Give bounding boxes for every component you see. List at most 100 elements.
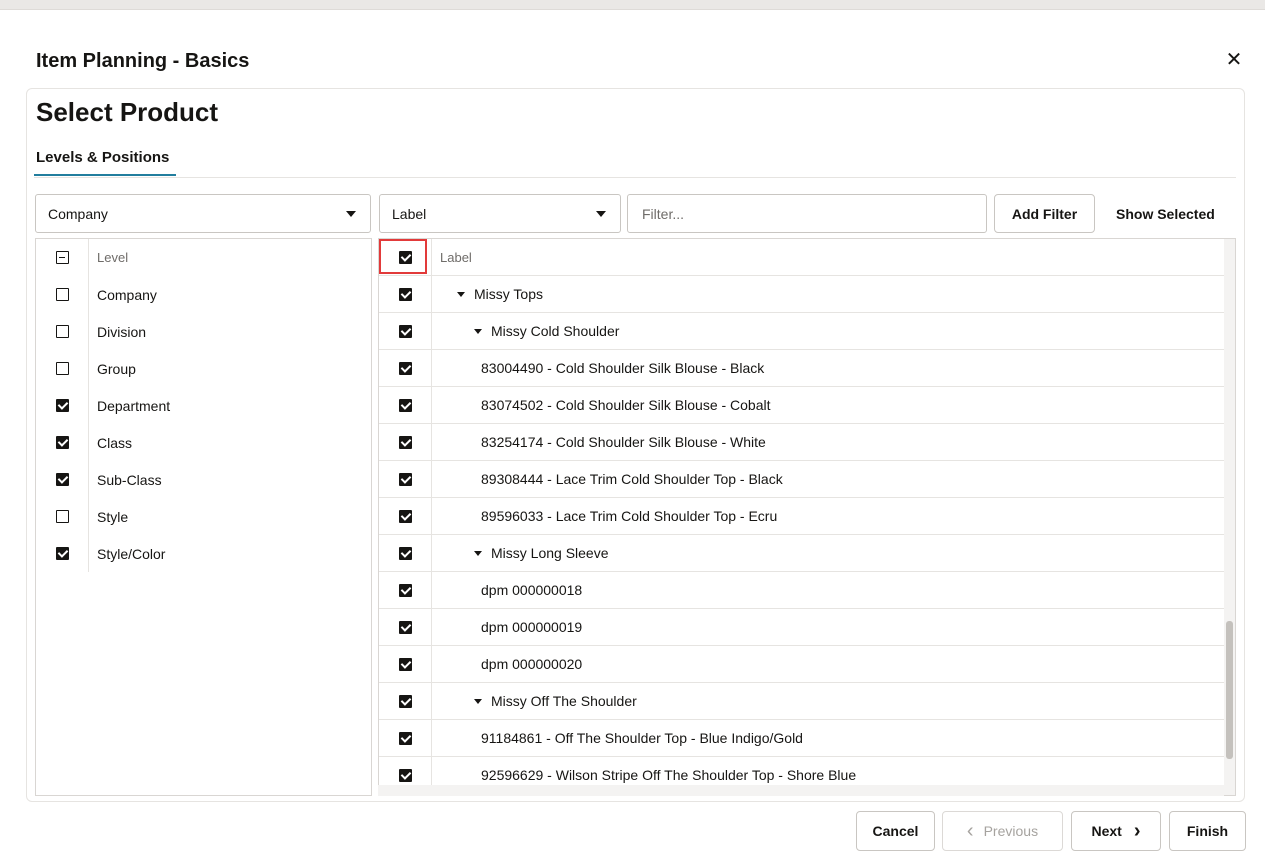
label-checkbox[interactable]: [398, 657, 412, 671]
label-checkbox[interactable]: [398, 398, 412, 412]
label-text: 83254174 - Cold Shoulder Silk Blouse - W…: [481, 434, 766, 450]
label-text: dpm 000000019: [481, 619, 583, 635]
previous-button[interactable]: ‹ Previous: [942, 811, 1063, 851]
label-checkbox[interactable]: [398, 768, 412, 782]
label-column-header: Label: [440, 249, 472, 265]
caret-down-icon[interactable]: [474, 550, 482, 556]
label-row[interactable]: 91184861 - Off The Shoulder Top - Blue I…: [379, 720, 1224, 757]
label-text: Missy Long Sleeve: [491, 545, 609, 561]
label-checkbox[interactable]: [398, 620, 412, 634]
dialog-title: Item Planning - Basics: [36, 50, 250, 72]
level-select[interactable]: Company: [35, 194, 371, 233]
level-table: Level Company Division Group Department Clas…: [35, 238, 372, 796]
cancel-button[interactable]: Cancel: [856, 811, 935, 851]
label-row[interactable]: 83074502 - Cold Shoulder Silk Blouse - C…: [379, 387, 1224, 424]
tab-divider: [34, 177, 1236, 178]
scrollbar-thumb[interactable]: [1226, 621, 1233, 759]
close-icon[interactable]: ✕: [1222, 48, 1246, 72]
label-text: Missy Cold Shoulder: [491, 323, 620, 339]
level-checkbox[interactable]: [55, 288, 69, 301]
label-row[interactable]: 83004490 - Cold Shoulder Silk Blouse - B…: [379, 350, 1224, 387]
label-text: 91184861 - Off The Shoulder Top - Blue I…: [481, 730, 803, 746]
label-text: 89596033 - Lace Trim Cold Shoulder Top -…: [481, 508, 778, 524]
label-row[interactable]: dpm 000000019: [379, 609, 1224, 646]
chevron-down-icon: [596, 211, 606, 217]
level-row[interactable]: Group: [36, 350, 371, 387]
level-row[interactable]: Style/Color: [36, 535, 371, 572]
level-checkbox[interactable]: [55, 547, 69, 560]
label-checkbox[interactable]: [398, 509, 412, 523]
level-select-value: Company: [48, 205, 108, 222]
chevron-down-icon: [346, 211, 356, 217]
level-checkbox[interactable]: [55, 399, 69, 412]
label-table: Label Missy Tops Missy Cold Shoulder 83004…: [378, 238, 1236, 796]
label-checkbox[interactable]: [398, 546, 412, 560]
next-label: Next: [1091, 823, 1122, 839]
label-checkbox[interactable]: [398, 694, 412, 708]
finish-button[interactable]: Finish: [1169, 811, 1246, 851]
level-row[interactable]: Division: [36, 313, 371, 350]
level-row[interactable]: Sub-Class: [36, 461, 371, 498]
level-label: Company: [97, 286, 157, 303]
level-table-header: Level: [36, 239, 371, 276]
caret-down-icon[interactable]: [474, 328, 482, 334]
label-row[interactable]: 83254174 - Cold Shoulder Silk Blouse - W…: [379, 424, 1224, 461]
vertical-scrollbar[interactable]: [1224, 239, 1235, 795]
level-row[interactable]: Company: [36, 276, 371, 313]
label-text: 83004490 - Cold Shoulder Silk Blouse - B…: [481, 360, 765, 376]
label-row[interactable]: Missy Tops: [379, 276, 1224, 313]
label-text: dpm 000000020: [481, 656, 583, 672]
label-row[interactable]: 89596033 - Lace Trim Cold Shoulder Top -…: [379, 498, 1224, 535]
tab-active-indicator: [34, 174, 176, 176]
caret-down-icon[interactable]: [474, 698, 482, 704]
label-checkbox[interactable]: [398, 361, 412, 375]
previous-label: Previous: [983, 823, 1039, 839]
level-label: Department: [97, 397, 171, 414]
label-row[interactable]: Missy Cold Shoulder: [379, 313, 1224, 350]
label-checkbox[interactable]: [398, 472, 412, 486]
label-text: dpm 000000018: [481, 582, 583, 598]
label-select[interactable]: Label: [379, 194, 621, 233]
label-table-header: Label: [379, 239, 1224, 276]
table-footer-strip: [378, 785, 1224, 796]
label-checkbox[interactable]: [398, 435, 412, 449]
level-row[interactable]: Class: [36, 424, 371, 461]
label-text: Missy Tops: [474, 286, 543, 302]
level-checkbox[interactable]: [55, 473, 69, 486]
label-select-value: Label: [392, 205, 427, 222]
level-label: Group: [97, 360, 136, 377]
label-row[interactable]: Missy Off The Shoulder: [379, 683, 1224, 720]
level-label: Style: [97, 508, 129, 525]
show-selected-button[interactable]: Show Selected: [1116, 206, 1215, 222]
section-title: Select Product: [36, 97, 219, 127]
level-checkbox[interactable]: [55, 436, 69, 449]
chevron-left-icon: ‹: [966, 820, 974, 842]
label-text: 92596629 - Wilson Stripe Off The Shoulde…: [481, 767, 857, 783]
level-label: Sub-Class: [97, 471, 162, 488]
level-checkbox[interactable]: [55, 325, 69, 338]
level-checkbox[interactable]: [55, 362, 69, 375]
label-checkbox[interactable]: [398, 731, 412, 745]
level-row[interactable]: Department: [36, 387, 371, 424]
level-row[interactable]: Style: [36, 498, 371, 535]
label-row[interactable]: dpm 000000018: [379, 572, 1224, 609]
label-row[interactable]: 89308444 - Lace Trim Cold Shoulder Top -…: [379, 461, 1224, 498]
label-checkbox[interactable]: [398, 287, 412, 301]
select-all-levels-checkbox[interactable]: [55, 251, 69, 264]
tab-levels-positions[interactable]: Levels & Positions: [36, 149, 169, 166]
level-label: Style/Color: [97, 545, 166, 562]
level-label: Class: [97, 434, 133, 451]
label-checkbox[interactable]: [398, 583, 412, 597]
label-text: Missy Off The Shoulder: [491, 693, 637, 709]
filter-input[interactable]: [627, 194, 987, 233]
add-filter-button[interactable]: Add Filter: [994, 194, 1095, 233]
label-checkbox[interactable]: [398, 324, 412, 338]
next-button[interactable]: Next ›: [1071, 811, 1161, 851]
label-row[interactable]: dpm 000000020: [379, 646, 1224, 683]
caret-down-icon[interactable]: [457, 291, 465, 297]
label-row[interactable]: Missy Long Sleeve: [379, 535, 1224, 572]
level-label: Division: [97, 323, 147, 340]
label-text: 83074502 - Cold Shoulder Silk Blouse - C…: [481, 397, 771, 413]
level-checkbox[interactable]: [55, 510, 69, 523]
label-text: 89308444 - Lace Trim Cold Shoulder Top -…: [481, 471, 783, 487]
